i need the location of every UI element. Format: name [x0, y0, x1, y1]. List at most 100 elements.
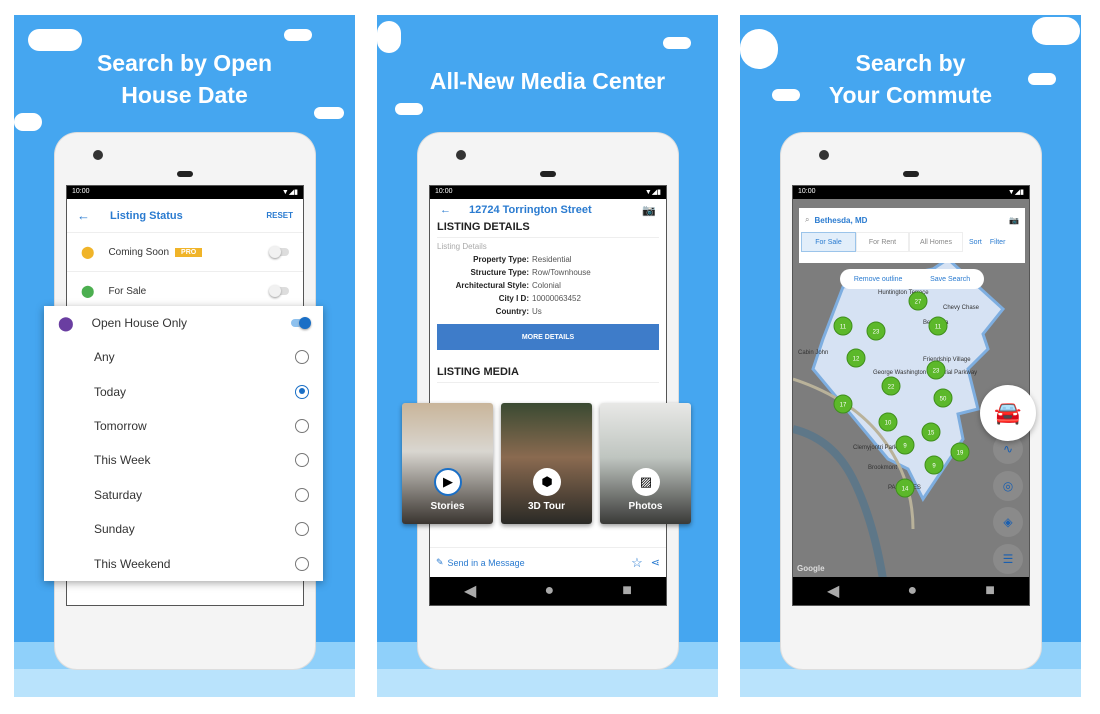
layers-icon[interactable]: ◈	[993, 507, 1023, 537]
image-icon: ▨	[632, 468, 660, 496]
option-label: Saturday	[94, 487, 143, 502]
map-place-label: Cabin John	[798, 350, 828, 356]
home-nav-icon[interactable]: ●	[544, 582, 554, 600]
open-house-option[interactable]: Saturday	[44, 478, 323, 512]
open-house-option[interactable]: Sunday	[44, 512, 323, 546]
headline: Search by Your Commute	[828, 50, 993, 108]
back-arrow-icon[interactable]: ←	[77, 208, 90, 223]
radio-button[interactable]	[295, 384, 309, 399]
media-card-photos[interactable]: ▨ Photos	[600, 403, 691, 524]
detail-key: Structure Type:	[470, 268, 529, 277]
back-arrow-icon[interactable]: ←	[440, 204, 451, 216]
share-icon[interactable]: ⋖	[651, 556, 660, 569]
option-label: Today	[94, 384, 127, 399]
map-cluster[interactable]: 9	[895, 435, 915, 455]
save-search-button[interactable]: Save Search	[930, 276, 970, 283]
map-cluster[interactable]: 23	[926, 360, 946, 380]
map-cluster[interactable]: 10	[878, 412, 898, 432]
media-card-stories[interactable]: ▶ Stories	[402, 403, 493, 524]
media-card-3d-tour[interactable]: ⬢ 3D Tour	[501, 403, 592, 524]
more-details-button[interactable]: MORE DETAILS	[437, 324, 659, 350]
send-message-link[interactable]: Send in a Message	[448, 558, 632, 568]
map-cluster[interactable]: 27	[908, 291, 928, 311]
star-icon[interactable]: ☆	[631, 555, 643, 571]
camera-icon[interactable]: 📷	[642, 204, 656, 217]
detail-key: Property Type:	[473, 255, 529, 264]
sort-button[interactable]: Sort	[969, 239, 982, 246]
tab-for-rent[interactable]: For Rent	[856, 232, 909, 252]
radio-button[interactable]	[295, 418, 309, 433]
camera-icon[interactable]: 📷	[1009, 216, 1019, 225]
open-house-option[interactable]: Any	[44, 340, 323, 374]
cluster-count: 15	[928, 431, 935, 437]
map-cluster[interactable]: 19	[950, 442, 970, 462]
list-icon[interactable]: ☰	[993, 544, 1023, 574]
open-house-option[interactable]: Tomorrow	[44, 409, 323, 443]
filter-button[interactable]: Filter	[990, 239, 1006, 246]
search-panel: ⌕ Bethesda, MD 📷 For Sale For Rent All H…	[799, 208, 1025, 263]
status-row-coming-soon[interactable]: ⬤ Coming Soon PRO	[67, 233, 303, 272]
section-subtitle: Listing Details	[437, 242, 487, 251]
option-label: Any	[94, 350, 115, 365]
pin-icon: ⬤	[81, 284, 95, 298]
cluster-count: 17	[840, 403, 847, 409]
signal-icons: ▼◢▮	[281, 189, 298, 196]
cluster-count: 27	[915, 300, 922, 306]
radio-button[interactable]	[295, 453, 309, 468]
detail-value: Row/Townhouse	[532, 268, 591, 277]
map-cluster[interactable]: 14	[895, 478, 915, 498]
recents-nav-icon[interactable]: ■	[985, 582, 995, 600]
open-house-option[interactable]: Today	[44, 374, 323, 408]
back-nav-icon[interactable]: ◀	[464, 581, 476, 601]
detail-row: Country: Us	[437, 305, 659, 318]
map-river	[793, 425, 887, 579]
open-house-option[interactable]: This Week	[44, 443, 323, 477]
radio-button[interactable]	[295, 522, 309, 537]
open-house-options: Any Today Tomorrow This Week Saturday Sunday T…	[44, 340, 323, 581]
option-label: This Week	[94, 453, 151, 468]
reset-button[interactable]: RESET	[266, 211, 293, 220]
open-house-row[interactable]: ⬤ Open House Only	[44, 306, 323, 340]
search-input[interactable]: Bethesda, MD	[814, 216, 1009, 225]
nav-bar: ◀ ● ■	[430, 577, 666, 605]
home-nav-icon[interactable]: ●	[907, 582, 917, 600]
map-cluster[interactable]: 12	[846, 348, 866, 368]
map-place-label: Friendship Village	[923, 357, 971, 363]
option-label: Sunday	[94, 522, 135, 537]
cluster-count: 23	[873, 330, 880, 336]
map-cluster[interactable]: 22	[881, 376, 901, 396]
for-sale-toggle[interactable]	[269, 285, 289, 297]
map-cluster[interactable]: 15	[921, 422, 941, 442]
map-cluster[interactable]: 50	[933, 388, 953, 408]
radio-button[interactable]	[295, 350, 309, 365]
cluster-count: 12	[853, 357, 860, 363]
back-nav-icon[interactable]: ◀	[827, 581, 839, 601]
remove-outline-button[interactable]: Remove outline	[854, 276, 903, 283]
section-title: LISTING DETAILS	[437, 221, 659, 238]
page-title: Listing Status	[110, 209, 183, 222]
cube-icon: ⬢	[533, 468, 561, 496]
option-label: This Weekend	[94, 556, 171, 571]
map-cluster[interactable]: 11	[833, 316, 853, 336]
locate-icon[interactable]: ◎	[993, 471, 1023, 501]
tab-all-homes[interactable]: All Homes	[909, 232, 963, 252]
open-house-option[interactable]: This Weekend	[44, 546, 323, 580]
open-house-toggle[interactable]	[291, 317, 311, 329]
radio-button[interactable]	[295, 487, 309, 502]
commute-car-button[interactable]: 🚘	[980, 385, 1036, 441]
map-cluster[interactable]: 9	[924, 455, 944, 475]
pin-icon: ⬤	[81, 245, 95, 259]
map-cluster[interactable]: 11	[928, 316, 948, 336]
map-cluster[interactable]: 17	[833, 394, 853, 414]
google-logo: Google	[797, 564, 825, 573]
recents-nav-icon[interactable]: ■	[622, 582, 632, 600]
cluster-count: 10	[885, 421, 892, 427]
coming-soon-toggle[interactable]	[269, 246, 289, 258]
tab-for-sale[interactable]: For Sale	[801, 232, 856, 252]
status-bar: 10:00 ▼◢▮	[67, 186, 303, 199]
status-bar: 10:00 ▼◢▮	[793, 186, 1029, 199]
radio-button[interactable]	[295, 556, 309, 571]
search-icon: ⌕	[805, 215, 810, 224]
map-cluster[interactable]: 23	[866, 321, 886, 341]
detail-key: City I D:	[498, 294, 529, 303]
